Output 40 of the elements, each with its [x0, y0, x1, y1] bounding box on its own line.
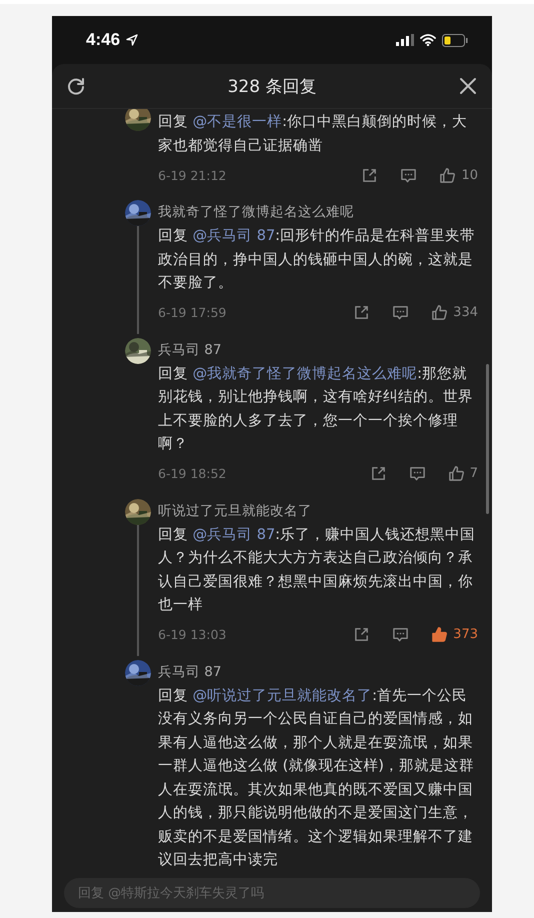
- signal-icon: [396, 34, 414, 46]
- battery-icon: [442, 34, 468, 46]
- comment-icon[interactable]: [400, 166, 418, 184]
- comment-icon[interactable]: [392, 626, 410, 643]
- status-time: 4:46: [86, 30, 120, 50]
- mention-link[interactable]: @不是很一样: [192, 114, 282, 130]
- comment-time: 6-19 17:59: [158, 305, 226, 320]
- user-name[interactable]: 兵马司 87: [158, 334, 478, 360]
- user-name[interactable]: 兵马司 87: [158, 656, 478, 682]
- comment-time: 6-19 21:12: [158, 168, 226, 182]
- location-arrow-icon: [126, 34, 138, 46]
- like-button[interactable]: 7: [448, 465, 478, 482]
- comment-text: 回复 @我就奇了怪了微博起名这么难呢:那您就别花钱，别让他挣钱啊，这有啥好纠结的。世界上不要脸的人多了去了，您一个一个挨个修理啊？: [158, 364, 474, 454]
- share-icon[interactable]: [370, 465, 387, 482]
- share-icon[interactable]: [353, 304, 370, 321]
- mention-link[interactable]: @兵马司 87: [192, 228, 276, 244]
- comment-text: 回复 @听说过了元旦就能改名了:首先一个公民没有义务向另一个公民自证自己的爱国情感，如果有人逼他这么做，那个人就是在耍流氓，如果一群人逼他这么做 (就像现在这样)，那就是这群人在耍流氓。其次如果他真的既不爱国又赚中国人的钱，那只能说明他做的不是爱国这门生意，贩卖的不是爱国情绪。这个逻辑如果理解不了建议回去把高中读完: [158, 686, 475, 870]
- like-button[interactable]: 10: [439, 166, 478, 184]
- close-icon: [458, 76, 478, 96]
- wifi-icon: [420, 34, 436, 46]
- comment-text: 回复 @兵马司 87:乐了，赚中国人钱还想黑中国人？为什么不能大大方方表达自己政治倾向？承认自己爱国很难？想黑中国麻烦先滚出中国，你也一样: [158, 526, 476, 615]
- mention-link[interactable]: @听说过了元旦就能改名了: [192, 688, 372, 704]
- refresh-icon: [66, 76, 86, 96]
- share-icon[interactable]: [361, 166, 378, 184]
- mention-link[interactable]: @兵马司 87: [192, 526, 276, 542]
- comment-icon[interactable]: [392, 304, 410, 321]
- like-button[interactable]: 373: [431, 626, 478, 643]
- reply-input-field[interactable]: 回复 @特斯拉今天刹车失灵了吗: [64, 878, 480, 908]
- like-button[interactable]: 334: [431, 304, 478, 321]
- comment-icon[interactable]: [408, 465, 426, 482]
- sheet-title: 328 条回复: [226, 76, 318, 98]
- comment-text: 回复 @不是很一样:你口中黑白颠倒的时候，大家也都觉得自己证据确凿: [158, 113, 468, 156]
- mention-link[interactable]: @我就奇了怪了微博起名这么难呢: [192, 366, 418, 382]
- user-name[interactable]: 我就奇了怪了微博起名这么难呢: [158, 196, 478, 223]
- scrollbar[interactable]: [486, 364, 489, 514]
- comment-text: 回复 @兵马司 87:回形针的作品是在科普里夹带政治目的，挣中国人的钱砸中国人的碗，这就是不要脸了。: [158, 226, 476, 293]
- comment-time: 6-19 18:52: [158, 466, 226, 481]
- user-name[interactable]: 听说过了元旦就能改名了: [158, 494, 478, 522]
- share-icon[interactable]: [353, 626, 370, 643]
- comment-time: 6-19 13:03: [158, 627, 226, 642]
